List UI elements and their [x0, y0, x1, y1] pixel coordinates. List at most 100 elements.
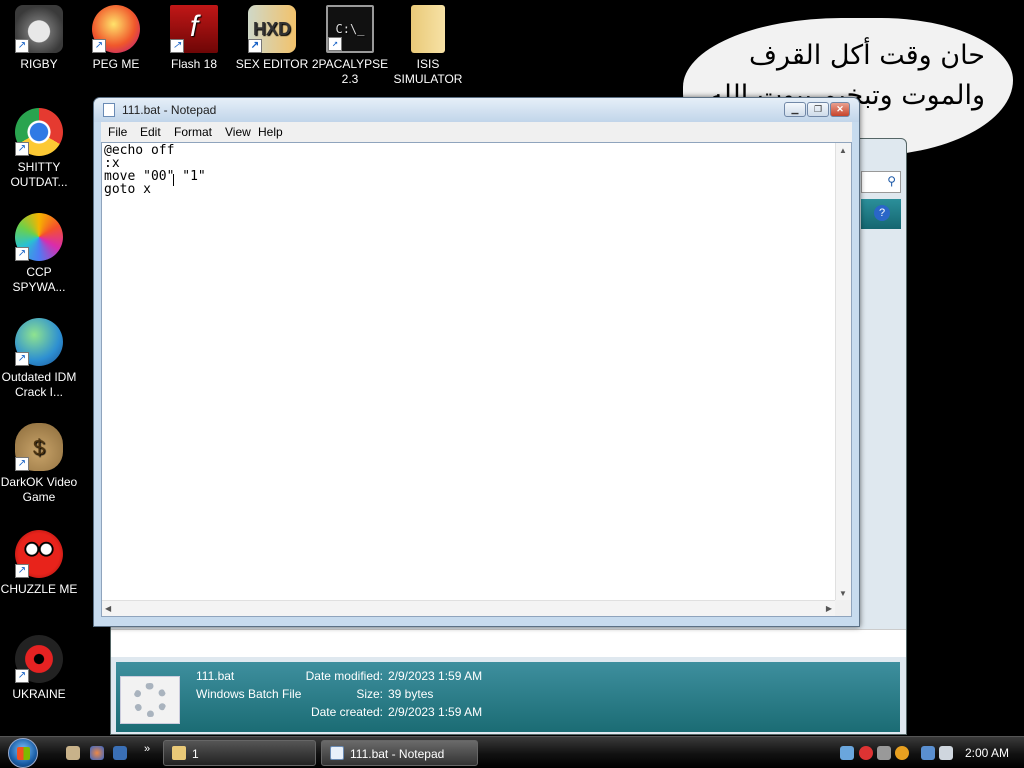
vertical-scrollbar[interactable]: ▲ ▼ — [835, 143, 851, 601]
hex-editor-icon: HXD ↗ — [248, 5, 296, 53]
taskbar-button-folder[interactable]: 1 — [163, 740, 316, 766]
desktop-icon-ukraine[interactable]: ↗ UKRAINE — [0, 635, 78, 702]
help-icon[interactable]: ? — [874, 205, 890, 221]
detail-modified-label: Date modified: — [305, 669, 383, 683]
menu-file[interactable]: File — [108, 125, 127, 139]
quicklaunch-overflow-icon[interactable]: » — [144, 743, 150, 755]
desktop: ↗ RIGBY ↗ PEG ME f ↗ Flash 18 HXD ↗ SEX ED… — [0, 0, 1024, 768]
desktop-icon-2pacalypse[interactable]: C:\_ ↗ 2PACALYPSE 2.3 — [311, 5, 389, 87]
taskbar-button-label: 111.bat - Notepad — [350, 747, 445, 761]
pinwheel-icon: ↗ — [15, 213, 63, 261]
detail-size-label: Size: — [356, 687, 383, 701]
tray-network-icon[interactable] — [877, 746, 891, 760]
system-tray: 2:00 AM — [835, 739, 1024, 767]
shortcut-arrow-icon: ↗ — [15, 247, 29, 261]
clock[interactable]: 2:00 AM — [965, 746, 1009, 760]
folder-icon — [411, 5, 445, 53]
scroll-right-icon[interactable]: ▶ — [826, 604, 832, 613]
desktop-icon-label: Flash 18 — [170, 57, 218, 71]
desktop-icon-chuzzle[interactable]: ↗ CHUZZLE ME — [0, 530, 78, 597]
desktop-icon-darkok[interactable]: $ ↗ DarkOK Video Game — [0, 423, 78, 505]
desktop-icon-isis-simulator[interactable]: ISIS SIMULATOR — [389, 5, 467, 87]
desktop-icon-rigby[interactable]: ↗ RIGBY — [0, 5, 78, 72]
shortcut-arrow-icon: ↗ — [170, 39, 184, 53]
explorer-toolbar: ? — [861, 199, 901, 229]
desktop-icon-label: RIGBY — [20, 57, 58, 71]
maximize-button[interactable]: ❐ — [807, 102, 829, 117]
tray-app-icon[interactable] — [840, 746, 854, 760]
chrome-icon: ↗ — [15, 108, 63, 156]
file-list-columns — [111, 629, 906, 657]
windows-logo-icon — [17, 747, 30, 760]
shortcut-arrow-icon: ↗ — [15, 457, 29, 471]
text-editor-area[interactable]: @echo off :x move "00" "1" goto x ▲ ▼ ◀ … — [101, 142, 852, 617]
shortcut-arrow-icon: ↗ — [248, 39, 262, 53]
menu-help[interactable]: Help — [258, 125, 283, 139]
desktop-icon-label: Outdated IDM Crack I... — [1, 370, 77, 399]
taskbar-button-label: 1 — [192, 747, 199, 761]
file-thumbnail — [120, 676, 180, 724]
folder-icon — [172, 746, 186, 760]
desktop-icon-ccp-spyware[interactable]: ↗ CCP SPYWA... — [0, 213, 78, 295]
editor-text[interactable]: @echo off :x move "00" "1" goto x — [104, 144, 206, 196]
taskbar: » 1 111.bat - Notepad 2:00 AM — [0, 736, 1024, 768]
money-bag-icon: $ ↗ — [15, 423, 63, 471]
desktop-icon-peg-me[interactable]: ↗ PEG ME — [77, 5, 155, 72]
menu-format[interactable]: Format — [174, 125, 212, 139]
desktop-icon-label: ISIS SIMULATOR — [393, 57, 463, 86]
shortcut-arrow-icon: ↗ — [15, 564, 29, 578]
desktop-icon-sex-editor[interactable]: HXD ↗ SEX EDITOR — [233, 5, 311, 72]
search-icon: ⚲ — [887, 174, 896, 188]
chuzzle-icon: ↗ — [15, 530, 63, 578]
quicklaunch-browser-icon[interactable] — [90, 746, 104, 760]
tray-search-icon[interactable] — [895, 746, 909, 760]
shortcut-arrow-icon: ↗ — [15, 669, 29, 683]
desktop-icon-label: CHUZZLE ME — [0, 582, 78, 596]
terminal-icon: C:\_ ↗ — [326, 5, 374, 53]
volume-icon[interactable] — [939, 746, 953, 760]
search-box[interactable]: ⚲ — [861, 171, 901, 193]
desktop-icon-label: SEX EDITOR — [235, 57, 309, 71]
globe-download-icon: ↗ — [15, 318, 63, 366]
desktop-icon-idm[interactable]: ↗ Outdated IDM Crack I... — [0, 318, 78, 400]
desktop-icon-label: PEG ME — [92, 57, 140, 71]
menu-edit[interactable]: Edit — [140, 125, 161, 139]
desktop-icon-label: UKRAINE — [12, 687, 66, 701]
tray-security-icon[interactable] — [859, 746, 873, 760]
scroll-down-icon[interactable]: ▼ — [839, 589, 847, 598]
resize-grip[interactable] — [835, 600, 851, 616]
details-pane: 111.bat Windows Batch File Date modified… — [116, 662, 900, 732]
desktop-icon-label: SHITTY OUTDAT... — [10, 160, 68, 189]
text-caret — [173, 174, 174, 186]
notepad-icon — [330, 746, 344, 760]
taskbar-button-notepad[interactable]: 111.bat - Notepad — [321, 740, 478, 766]
scroll-left-icon[interactable]: ◀ — [105, 604, 111, 613]
notepad-window[interactable]: 111.bat - Notepad ▁ ❐ ✕ File Edit Format… — [93, 97, 860, 627]
raccoon-icon: ↗ — [15, 5, 63, 53]
horizontal-scrollbar[interactable]: ◀ ▶ — [102, 600, 835, 616]
flash-icon: f ↗ — [170, 5, 218, 53]
quicklaunch-switch-windows-icon[interactable] — [113, 746, 127, 760]
desktop-icon-flash[interactable]: f ↗ Flash 18 — [155, 5, 233, 72]
notepad-title: 111.bat - Notepad — [122, 103, 217, 117]
minimize-button[interactable]: ▁ — [784, 102, 806, 117]
shortcut-arrow-icon: ↗ — [15, 142, 29, 156]
tray-display-icon[interactable] — [921, 746, 935, 760]
scroll-up-icon[interactable]: ▲ — [839, 146, 847, 155]
detail-file-type: Windows Batch File — [196, 687, 302, 701]
menu-view[interactable]: View — [225, 125, 251, 139]
detail-modified-value: 2/9/2023 1:59 AM — [388, 669, 483, 683]
desktop-icon-chrome[interactable]: ↗ SHITTY OUTDAT... — [0, 108, 78, 190]
menu-bar: File Edit Format View Help — [101, 122, 852, 142]
close-button[interactable]: ✕ — [830, 102, 850, 117]
detail-created-value: 2/9/2023 1:59 AM — [388, 705, 483, 719]
radiation-icon: ↗ — [15, 635, 63, 683]
peg-icon: ↗ — [92, 5, 140, 53]
shortcut-arrow-icon: ↗ — [15, 39, 29, 53]
shortcut-arrow-icon: ↗ — [15, 352, 29, 366]
shortcut-arrow-icon: ↗ — [92, 39, 106, 53]
desktop-icon-label: CCP SPYWA... — [12, 265, 66, 294]
notepad-title-bar[interactable]: 111.bat - Notepad ▁ ❐ ✕ — [94, 98, 859, 122]
quicklaunch-show-desktop-icon[interactable] — [66, 746, 80, 760]
start-button[interactable] — [8, 738, 38, 768]
